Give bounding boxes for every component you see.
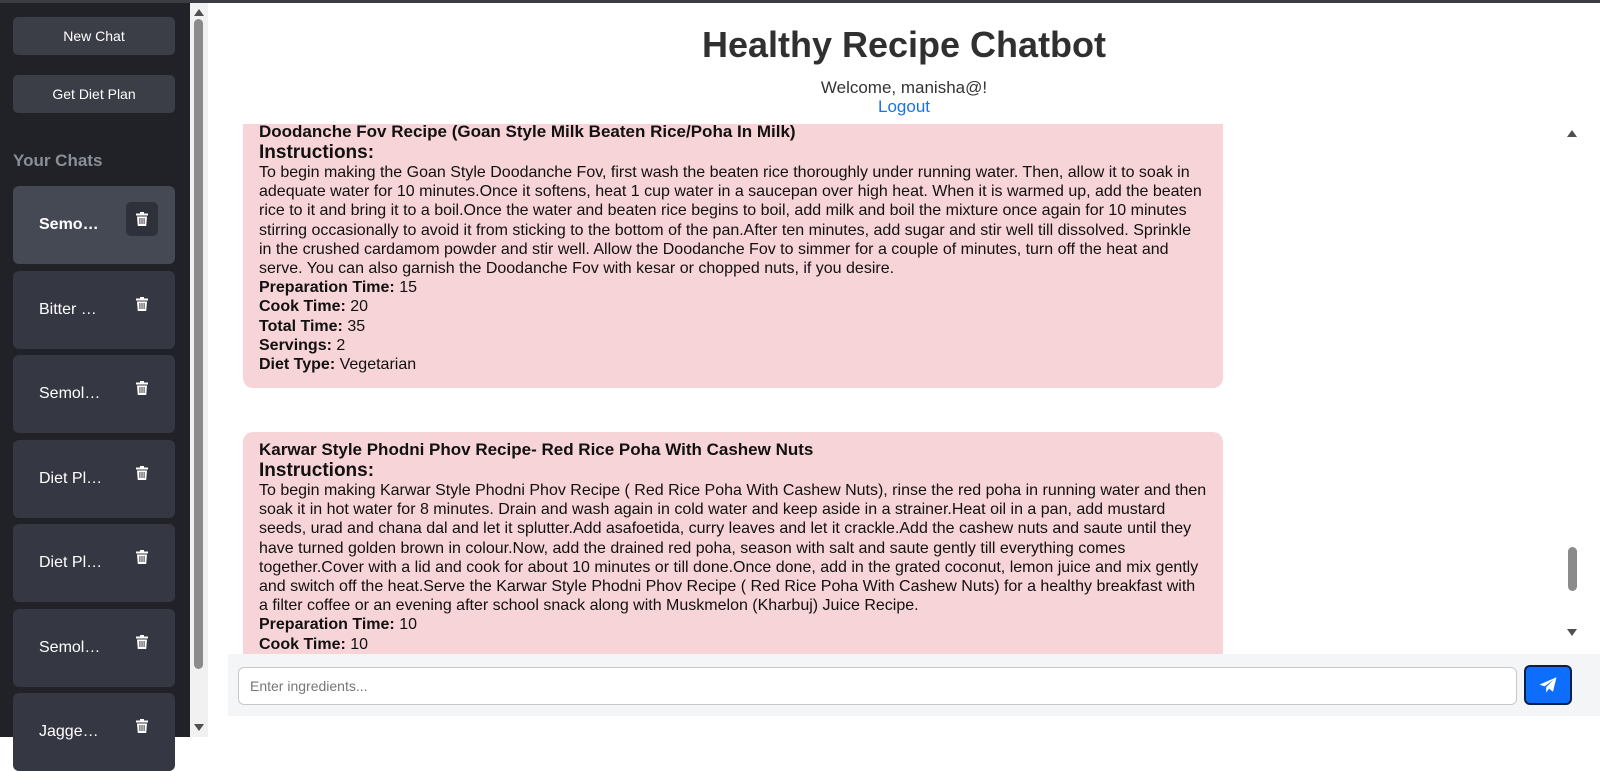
chat-item[interactable]: Semo… bbox=[13, 186, 175, 264]
cook-time: Cook Time: 10 bbox=[259, 635, 1207, 654]
trash-icon bbox=[136, 381, 148, 395]
servings-value: 2 bbox=[336, 336, 346, 354]
prep-time-value: 10 bbox=[399, 616, 417, 634]
delete-chat-button[interactable] bbox=[126, 202, 158, 236]
delete-chat-button[interactable] bbox=[126, 709, 158, 743]
trash-icon bbox=[136, 550, 148, 564]
paper-plane-icon bbox=[1539, 677, 1557, 693]
prep-time-value: 15 bbox=[399, 279, 417, 297]
trash-icon bbox=[136, 719, 148, 733]
welcome-text: Welcome, manisha@! bbox=[820, 78, 988, 97]
trash-icon bbox=[136, 212, 148, 226]
chat-scrollbar-thumb[interactable] bbox=[1568, 547, 1577, 591]
recipe-instructions: To begin making Karwar Style Phodni Phov… bbox=[259, 482, 1207, 615]
scroll-up-arrow-icon[interactable] bbox=[194, 9, 204, 16]
prep-time: Preparation Time: 10 bbox=[259, 615, 1207, 634]
diet-type-value: Vegetarian bbox=[339, 356, 417, 374]
chat-item-label: Semo… bbox=[39, 216, 99, 233]
cook-time-label: Cook Time: bbox=[259, 635, 346, 653]
chat-item-label: Diet Pl… bbox=[39, 470, 103, 487]
chat-item-label: Diet Pl… bbox=[39, 554, 103, 571]
chat-item[interactable]: Semol… bbox=[13, 609, 175, 687]
trash-icon bbox=[136, 297, 148, 311]
diet-type-label: Diet Type: bbox=[259, 356, 336, 374]
cook-time-value: 10 bbox=[350, 635, 369, 653]
delete-chat-button[interactable] bbox=[126, 456, 158, 490]
recipe-card: Karwar Style Phodni Phov Recipe- Red Ric… bbox=[243, 432, 1223, 654]
recipe-title: Doodanche Fov Recipe (Goan Style Milk Be… bbox=[259, 124, 796, 141]
chat-item[interactable]: Semol… bbox=[13, 355, 175, 433]
chat-item-label: Bitter … bbox=[39, 301, 97, 318]
diet-type: Diet Type: Vegetarian bbox=[259, 355, 1207, 374]
window-top-border bbox=[0, 0, 1600, 3]
trash-icon bbox=[136, 635, 148, 649]
sidebar-scrollbar-thumb[interactable] bbox=[194, 19, 203, 669]
message-input-bar bbox=[228, 654, 1600, 716]
chat-item[interactable]: Bitter … bbox=[13, 271, 175, 349]
instructions-heading: Instructions: bbox=[259, 142, 375, 163]
sidebar: New Chat Get Diet Plan Your Chats Semo… … bbox=[0, 0, 190, 771]
instructions-heading: Instructions: bbox=[259, 460, 375, 481]
servings-label: Servings: bbox=[259, 336, 332, 354]
recipe-card: Doodanche Fov Recipe (Goan Style Milk Be… bbox=[243, 124, 1223, 389]
chat-item[interactable]: Diet Pl… bbox=[13, 524, 175, 602]
chat-item-label: Semol… bbox=[39, 639, 101, 656]
get-diet-plan-button[interactable]: Get Diet Plan bbox=[13, 75, 175, 113]
page-title: Healthy Recipe Chatbot bbox=[701, 24, 1107, 65]
send-button[interactable] bbox=[1524, 665, 1572, 705]
prep-time-label: Preparation Time: bbox=[259, 616, 395, 634]
delete-chat-button[interactable] bbox=[126, 287, 158, 321]
prep-time: Preparation Time: 15 bbox=[259, 278, 1207, 297]
prep-time-label: Preparation Time: bbox=[259, 279, 395, 297]
scroll-down-arrow-icon[interactable] bbox=[1567, 629, 1577, 636]
chat-item[interactable]: Jagge… bbox=[13, 693, 175, 771]
chat-item-label: Semol… bbox=[39, 385, 101, 402]
recipe-title: Karwar Style Phodni Phov Recipe- Red Ric… bbox=[259, 440, 814, 459]
delete-chat-button[interactable] bbox=[126, 371, 158, 405]
scroll-up-arrow-icon[interactable] bbox=[1567, 130, 1577, 137]
chat-item[interactable]: Diet Pl… bbox=[13, 440, 175, 518]
logout-link[interactable]: Logout bbox=[208, 97, 1600, 117]
total-time: Total Time: 35 bbox=[259, 317, 1207, 336]
scroll-down-arrow-icon[interactable] bbox=[194, 724, 204, 731]
cook-time: Cook Time: 20 bbox=[259, 297, 1207, 316]
delete-chat-button[interactable] bbox=[126, 540, 158, 574]
chat-scrollbar[interactable] bbox=[1563, 124, 1581, 654]
servings: Servings: 2 bbox=[259, 336, 1207, 355]
ingredients-input[interactable] bbox=[238, 667, 1517, 705]
delete-chat-button[interactable] bbox=[126, 625, 158, 659]
chat-item-label: Jagge… bbox=[39, 723, 99, 740]
trash-icon bbox=[136, 466, 148, 480]
cook-time-value: 20 bbox=[350, 298, 369, 316]
sidebar-scrollbar[interactable] bbox=[190, 3, 208, 737]
chat-messages: Doodanche Fov Recipe (Goan Style Milk Be… bbox=[228, 124, 1586, 654]
total-time-label: Total Time: bbox=[259, 317, 343, 335]
new-chat-button[interactable]: New Chat bbox=[13, 17, 175, 55]
cook-time-label: Cook Time: bbox=[259, 298, 346, 316]
recipe-instructions: To begin making the Goan Style Doodanche… bbox=[259, 164, 1202, 278]
your-chats-heading: Your Chats bbox=[13, 151, 103, 170]
total-time-value: 35 bbox=[347, 317, 366, 335]
